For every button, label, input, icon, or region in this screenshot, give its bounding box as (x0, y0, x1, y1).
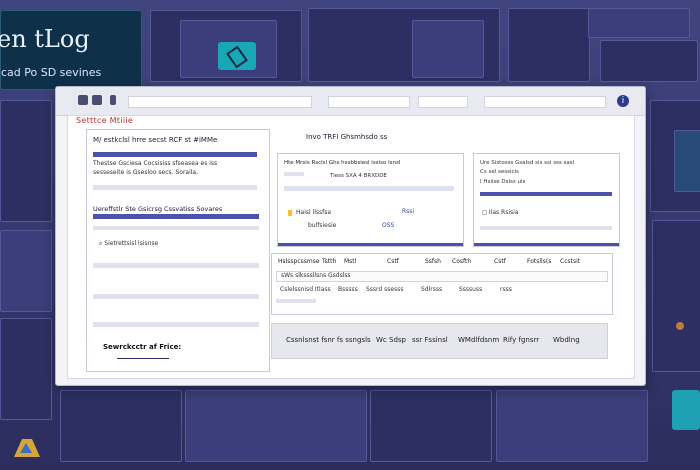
search-label: Sewrckcctr af Frice: (103, 343, 182, 351)
middle-card-divider (284, 186, 454, 191)
left-panel-header: M/ estkclsl hrre secst RCF st #iMMe (93, 136, 218, 144)
toolbar-icons (78, 95, 116, 105)
table-header[interactable]: Cstf (494, 258, 506, 265)
app-window: i Setttce Mtiiie M/ estkclsl hrre secst … (55, 86, 646, 386)
right-card-line: I Hsiise Dsiss uis (480, 179, 526, 185)
table-cell: sWs slksssllsns Gsdslss (281, 272, 351, 279)
right-card-line: Cs sel sessicis (480, 169, 519, 175)
middle-card: Hte Mrsls Rsclsl Ghs hssbbsiesl issiso l… (277, 153, 464, 247)
right-card-item-label: Ilas Rsisia (488, 209, 519, 216)
search-underline (117, 358, 169, 359)
address-bar[interactable] (128, 96, 312, 108)
left-subheader-bar (93, 214, 259, 219)
left-panel: M/ estkclsl hrre secst RCF st #iMMe Thes… (86, 129, 270, 372)
table-header[interactable]: Ccstsit (560, 258, 580, 265)
left-header-bar (93, 152, 257, 157)
left-divider (93, 185, 257, 190)
tab-fssinsl[interactable]: ssr Fssinsl (412, 336, 448, 344)
right-card-bar (480, 192, 612, 196)
secondary-bar[interactable] (418, 96, 468, 108)
footer-tabs: Cssnlsnst fsnr fs ssngsls Wc Sdsp ssr Fs… (271, 323, 608, 359)
bg-tile (588, 8, 690, 38)
table-cell: Sdlrsss (421, 286, 443, 293)
bg-tile (652, 220, 700, 372)
bg-tile (60, 390, 182, 462)
tab-icon[interactable] (92, 95, 102, 105)
url-field[interactable] (484, 96, 606, 108)
hero-subtitle: cad Po SD sevines (1, 66, 102, 79)
tab-wc-sdsp[interactable]: Wc Sdsp (376, 336, 406, 344)
left-subheader-bar-light (93, 226, 259, 230)
table-cell: Cslelssnisd Itlass (280, 286, 331, 293)
search-bar[interactable] (328, 96, 410, 108)
middle-footer-bar (278, 243, 463, 246)
left-row-bar (93, 263, 259, 268)
middle-item: Haisl llssfsa (296, 209, 332, 216)
table-header[interactable]: Ssfsh (425, 258, 441, 265)
toolbar: i (56, 87, 645, 116)
table-header[interactable]: Hslsspcssmse (278, 258, 320, 265)
right-card-row (480, 226, 612, 230)
left-item-label: Sietrettsisl lsisnse (104, 240, 159, 247)
bg-tile (0, 318, 52, 420)
bg-tile (370, 390, 492, 462)
hero-title: en tLog (0, 25, 90, 53)
right-card-item[interactable]: ◻ Ilas Rsisia (482, 209, 518, 217)
bg-tile (0, 230, 52, 312)
tab-wmdlfdsnm[interactable]: WMdlfdsnm (458, 336, 499, 344)
table-footer-bar (276, 299, 316, 303)
middle-tag: Rssi (402, 208, 415, 215)
menu-icon[interactable] (110, 95, 116, 105)
middle-card-bar (284, 172, 304, 176)
tab-fsnr[interactable]: Cssnlsnst fsnr fs ssngsls (286, 336, 371, 344)
pen-icon (218, 42, 256, 70)
table-header[interactable]: Cstf (387, 258, 399, 265)
bg-tile (412, 20, 484, 78)
table-cell: Ssssuss (459, 286, 483, 293)
table-cell: Bsssss (338, 286, 358, 293)
table-header[interactable]: Mstl (344, 258, 356, 265)
checkbox-icon: ◻ (482, 209, 489, 216)
info-icon[interactable]: i (617, 95, 629, 107)
left-item[interactable]: ⌕ Sietrettsisl lsisnse (99, 240, 158, 248)
table-cell: Sssrd ssesss (366, 286, 404, 293)
bg-tile (600, 40, 698, 82)
middle-tag: OSS (382, 222, 395, 229)
middle-card-line: Hte Mrsls Rsclsl Ghs hssbbsiesl issiso l… (284, 160, 401, 166)
table-cell: rsss (500, 286, 512, 293)
content-area: Setttce Mtiiie M/ estkclsl hrre secst RC… (67, 115, 635, 379)
left-row-bar (93, 322, 259, 327)
bg-tile (508, 8, 590, 82)
left-row-bar (93, 294, 259, 299)
right-card-line: Ure Sistosss Gsalsd sis ssi sss sasl (480, 160, 575, 166)
tab-rify[interactable]: Rify fgnsrr (503, 336, 539, 344)
table-row[interactable]: Cslelssnisd Itlass Bsssss Sssrd ssesss S… (276, 286, 608, 295)
table-header[interactable]: Fotslls(s (527, 258, 551, 265)
middle-card-sub: Tiess SXA 4 BRXDDE (330, 173, 387, 179)
middle-item: bulfsiesie (308, 222, 337, 229)
middle-card-header: Invo TRFI Ghsmhsdo ss (306, 133, 388, 141)
table-header[interactable]: Tstth (322, 258, 336, 265)
section-title: Setttce Mtiiie (76, 116, 134, 125)
side-card (672, 390, 700, 430)
left-desc-line: Thestse Gsciesa Cocsisiss sfseasea es is… (93, 160, 218, 167)
left-desc-line: sesseseite is Gsesloo secs. Soraila, (93, 169, 199, 176)
home-icon[interactable] (78, 95, 88, 105)
data-table: Hslsspcssmse Tstth Mstl Cstf Ssfsh Cosft… (271, 253, 613, 315)
table-header[interactable]: Cosfth (452, 258, 471, 265)
tab-wbdlng[interactable]: Wbdlng (553, 336, 580, 344)
right-footer-bar (474, 243, 619, 246)
logo-icon (14, 439, 40, 457)
bg-tile (496, 390, 648, 462)
bg-tile (185, 390, 367, 462)
orange-dot (676, 322, 684, 330)
left-subheader: Uereffstlr Ste Gsicrsg Cssvatiss Sovares (93, 205, 223, 213)
bg-tile (674, 130, 700, 192)
table-row[interactable]: sWs slksssllsns Gsdslss (276, 271, 608, 282)
bg-tile (0, 100, 52, 222)
warning-icon (288, 210, 292, 216)
hero-card: en tLog cad Po SD sevines (0, 10, 142, 90)
right-card: Ure Sistosss Gsalsd sis ssi sss sasl Cs … (473, 153, 620, 247)
